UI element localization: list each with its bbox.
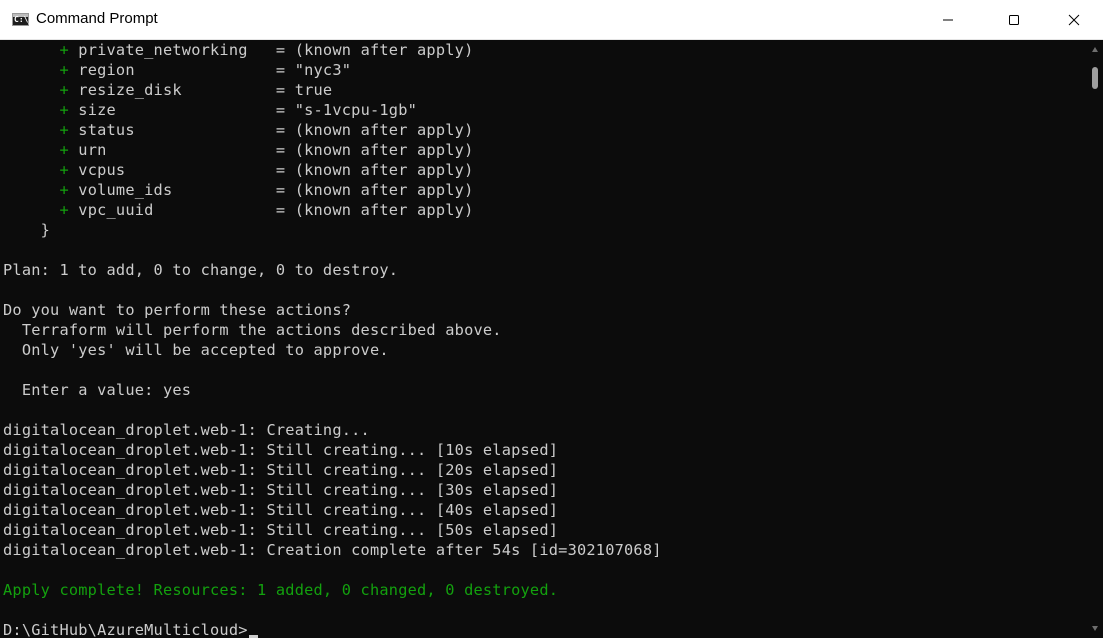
terminal-line: + urn = (known after apply) — [3, 140, 662, 160]
plus-marker: + — [3, 201, 79, 219]
line-text: region = "nyc3" — [78, 61, 352, 79]
line-text: Enter a value: yes — [3, 381, 192, 399]
line-text: vcpus = (known after apply) — [78, 161, 474, 179]
cmd-glyph: C:\_ — [14, 15, 34, 24]
command-prompt-window: C:\_ Command Prompt + private_networking… — [0, 0, 1103, 638]
terminal-line: Do you want to perform these actions? — [3, 300, 662, 320]
plus-marker: + — [3, 181, 79, 199]
scrollbar-thumb[interactable] — [1092, 67, 1098, 89]
terminal-line: + size = "s-1vcpu-1gb" — [3, 100, 662, 120]
cmd-app-icon[interactable]: C:\_ — [12, 13, 33, 26]
line-text: urn = (known after apply) — [78, 141, 474, 159]
terminal-lines: + private_networking = (known after appl… — [3, 40, 662, 638]
terminal-line: + status = (known after apply) — [3, 120, 662, 140]
terminal-line: } — [3, 220, 662, 240]
line-text: Only 'yes' will be accepted to approve. — [3, 341, 389, 359]
terminal-line: + private_networking = (known after appl… — [3, 40, 662, 60]
line-text: Terraform will perform the actions descr… — [3, 321, 502, 339]
command-prompt-line: D:\GitHub\AzureMulticloud> — [3, 620, 662, 638]
terminal-line: digitalocean_droplet.web-1: Creating... — [3, 420, 662, 440]
terminal-line: digitalocean_droplet.web-1: Still creati… — [3, 480, 662, 500]
line-text: digitalocean_droplet.web-1: Creating... — [3, 421, 370, 439]
line-text: } — [3, 221, 51, 239]
terminal-line: + volume_ids = (known after apply) — [3, 180, 662, 200]
plus-marker: + — [3, 101, 79, 119]
minimize-icon — [943, 19, 953, 21]
line-text: digitalocean_droplet.web-1: Still creati… — [3, 461, 559, 479]
maximize-button[interactable] — [991, 0, 1037, 40]
title-bar[interactable]: C:\_ Command Prompt — [0, 0, 1103, 40]
line-text: vpc_uuid = (known after apply) — [78, 201, 474, 219]
line-text: resize_disk = true — [78, 81, 333, 99]
close-button[interactable] — [1051, 0, 1097, 40]
terminal-line: digitalocean_droplet.web-1: Still creati… — [3, 440, 662, 460]
terminal-line: digitalocean_droplet.web-1: Still creati… — [3, 460, 662, 480]
terminal-line: + resize_disk = true — [3, 80, 662, 100]
plus-marker: + — [3, 141, 79, 159]
line-text: private_networking = (known after apply) — [78, 41, 474, 59]
plus-marker: + — [3, 81, 79, 99]
scroll-down-icon[interactable] — [1091, 624, 1099, 632]
close-icon — [1068, 14, 1080, 26]
terminal-line: Enter a value: yes — [3, 380, 662, 400]
vertical-scrollbar[interactable] — [1087, 40, 1103, 638]
window-title: Command Prompt — [36, 10, 158, 27]
line-text: Apply complete! Resources: 1 added, 0 ch… — [3, 581, 559, 599]
terminal-line: Plan: 1 to add, 0 to change, 0 to destro… — [3, 260, 662, 280]
line-text: size = "s-1vcpu-1gb" — [78, 101, 418, 119]
maximize-icon — [1009, 15, 1019, 25]
line-text: Do you want to perform these actions? — [3, 301, 352, 319]
terminal-line: + vcpus = (known after apply) — [3, 160, 662, 180]
plus-marker: + — [3, 61, 79, 79]
terminal-line: digitalocean_droplet.web-1: Still creati… — [3, 520, 662, 540]
minimize-button[interactable] — [925, 0, 971, 40]
terminal-line: digitalocean_droplet.web-1: Creation com… — [3, 540, 662, 560]
terminal-line: Apply complete! Resources: 1 added, 0 ch… — [3, 580, 662, 600]
plus-marker: + — [3, 121, 79, 139]
plus-marker: + — [3, 41, 79, 59]
terminal-line: Terraform will perform the actions descr… — [3, 320, 662, 340]
terminal-output[interactable]: + private_networking = (known after appl… — [0, 40, 1087, 638]
line-text: status = (known after apply) — [78, 121, 474, 139]
prompt-path: D:\GitHub\AzureMulticloud> — [3, 621, 248, 638]
terminal-line: + vpc_uuid = (known after apply) — [3, 200, 662, 220]
line-text: digitalocean_droplet.web-1: Still creati… — [3, 521, 559, 539]
line-text: volume_ids = (known after apply) — [78, 181, 474, 199]
plus-marker: + — [3, 161, 79, 179]
line-text: digitalocean_droplet.web-1: Still creati… — [3, 441, 559, 459]
line-text: Plan: 1 to add, 0 to change, 0 to destro… — [3, 261, 399, 279]
terminal-line: Only 'yes' will be accepted to approve. — [3, 340, 662, 360]
terminal-line: + region = "nyc3" — [3, 60, 662, 80]
terminal-line: digitalocean_droplet.web-1: Still creati… — [3, 500, 662, 520]
line-text: digitalocean_droplet.web-1: Still creati… — [3, 481, 559, 499]
line-text: digitalocean_droplet.web-1: Creation com… — [3, 541, 662, 559]
scroll-up-icon[interactable] — [1091, 46, 1099, 54]
line-text: digitalocean_droplet.web-1: Still creati… — [3, 501, 559, 519]
